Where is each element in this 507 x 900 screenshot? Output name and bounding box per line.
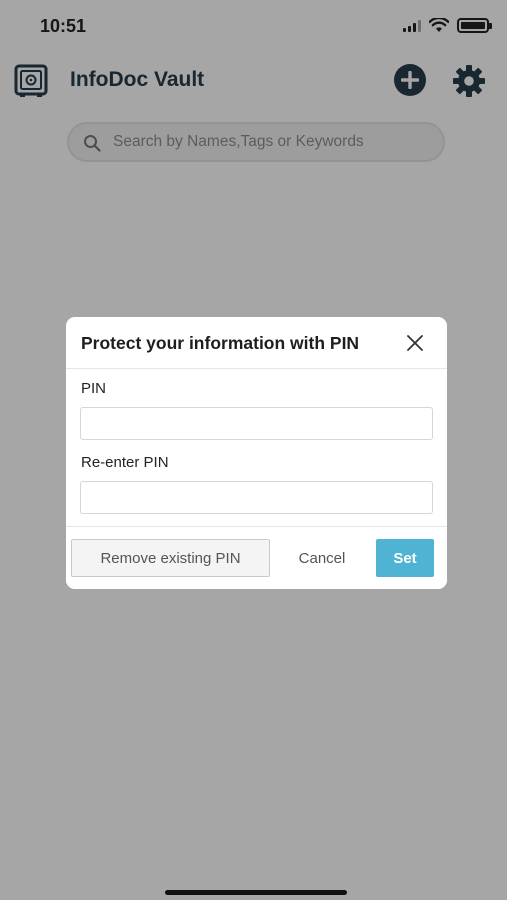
close-icon[interactable] bbox=[406, 334, 424, 352]
cancel-button[interactable]: Cancel bbox=[284, 539, 360, 577]
reenter-pin-field[interactable] bbox=[80, 481, 433, 514]
pin-label: PIN bbox=[81, 380, 107, 397]
reenter-pin-label: Re-enter PIN bbox=[81, 454, 169, 471]
set-button[interactable]: Set bbox=[376, 539, 434, 577]
dialog-header: Protect your information with PIN bbox=[66, 317, 447, 369]
pin-dialog: Protect your information with PIN PIN Re… bbox=[66, 317, 447, 589]
dialog-footer: Remove existing PIN Cancel Set bbox=[66, 526, 447, 589]
dialog-title: Protect your information with PIN bbox=[81, 333, 360, 353]
app-screen: 10:51 InfoDoc Vault Search by Names,Tags… bbox=[0, 0, 507, 900]
remove-pin-button[interactable]: Remove existing PIN bbox=[71, 539, 270, 577]
pin-field[interactable] bbox=[80, 407, 433, 440]
home-indicator[interactable] bbox=[165, 890, 347, 895]
